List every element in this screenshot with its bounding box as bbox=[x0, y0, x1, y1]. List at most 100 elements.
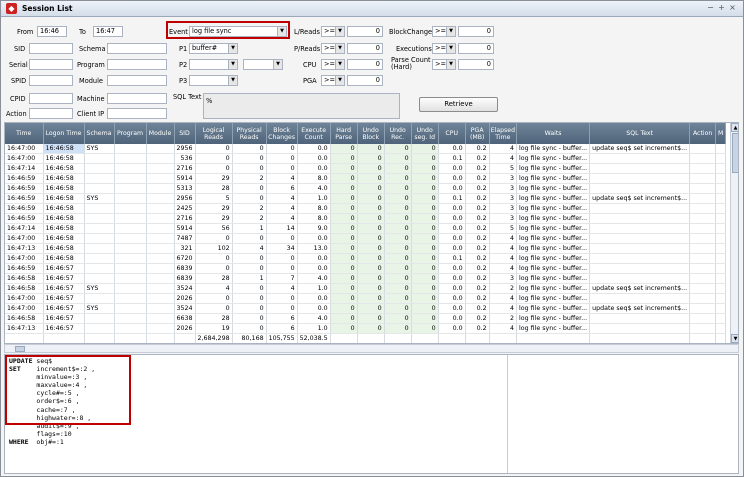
scroll-down-icon[interactable]: ▼ bbox=[731, 334, 738, 343]
column-header[interactable]: Elapsed Time bbox=[489, 123, 518, 144]
column-header[interactable]: Undo Rec. bbox=[384, 123, 412, 144]
to-time-input[interactable]: 16:47 bbox=[93, 26, 123, 37]
sql-keyword: WHERE bbox=[9, 437, 37, 446]
table-row[interactable]: 16:47:00 16:46:57 SYS 3524 0 0 0 0.0 0 0 0 0 0.0 0.2 4… bbox=[5, 303, 727, 315]
table-row[interactable]: 16:46:58 16:46:57 6839 28 1 7 4.0 0 0 0 0 0.0 0.2 3 lo… bbox=[5, 273, 727, 285]
scroll-up-icon[interactable]: ▲ bbox=[731, 123, 738, 132]
column-header[interactable]: Undo Block bbox=[357, 123, 385, 144]
column-header[interactable]: PGA (MB) bbox=[465, 123, 490, 144]
p2-op-select[interactable]: ▼ bbox=[243, 59, 283, 70]
minimize-button[interactable]: − bbox=[706, 3, 715, 12]
action-input[interactable] bbox=[29, 108, 73, 119]
column-header[interactable]: Schema bbox=[84, 123, 115, 144]
dropdown-arrow-icon[interactable]: ▼ bbox=[335, 44, 344, 53]
table-row[interactable]: 16:46:59 16:46:58 2425 29 2 4 8.0 0 0 0 0 0.0 0.2 3 lo… bbox=[5, 203, 727, 215]
table-row[interactable]: 16:46:59 16:46:58 SYS 2956 5 0 4 1.0 0 0 0 0 0.1 0.2 3… bbox=[5, 193, 727, 205]
column-header[interactable]: Hard Parse bbox=[330, 123, 358, 144]
column-header[interactable]: Execute Count bbox=[297, 123, 331, 144]
table-row[interactable]: 16:47:00 16:46:58 7487 0 0 0 0.0 0 0 0 0 0.0 0.2 4 log… bbox=[5, 233, 727, 245]
client-ip-input[interactable] bbox=[107, 108, 167, 119]
close-button[interactable]: × bbox=[728, 3, 737, 12]
table-row[interactable]: 16:46:59 16:46:58 5313 28 0 6 4.0 0 0 0 0 0.0 0.2 3 lo… bbox=[5, 183, 727, 195]
vertical-scrollbar[interactable]: ▲ ▼ bbox=[730, 123, 738, 343]
dropdown-arrow-icon[interactable]: ▼ bbox=[446, 27, 455, 36]
table-cell: 4.0 bbox=[297, 273, 331, 285]
column-header[interactable]: M bbox=[715, 123, 727, 144]
horizontal-scrollbar[interactable] bbox=[4, 344, 739, 353]
pane-divider[interactable] bbox=[507, 355, 508, 473]
table-row[interactable]: 16:46:59 16:46:57 6839 0 0 0 0.0 0 0 0 0 0.0 0.2 4 log… bbox=[5, 263, 727, 275]
table-row[interactable]: 16:46:58 16:46:57 6638 28 0 6 4.0 0 0 0 0 0.0 0.2 2 lo… bbox=[5, 313, 727, 325]
pga-op-select[interactable]: >= ▼ bbox=[321, 75, 345, 86]
table-row[interactable]: 16:47:14 16:46:58 2716 0 0 0 0.0 0 0 0 0 0.0 0.2 5 log… bbox=[5, 163, 727, 175]
serial-input[interactable] bbox=[29, 59, 73, 70]
column-header[interactable]: Waits bbox=[516, 123, 591, 144]
module-input[interactable] bbox=[107, 75, 167, 86]
table-row[interactable]: 16:46:59 16:46:58 5914 29 2 4 8.0 0 0 0 0 0.0 0.2 3 lo… bbox=[5, 173, 727, 185]
from-time-input[interactable]: 16:46 bbox=[37, 26, 67, 37]
column-header[interactable]: Logon Time bbox=[43, 123, 85, 144]
table-row[interactable]: 16:47:00 16:46:57 2026 0 0 0 0.0 0 0 0 0 0.0 0.2 4 log… bbox=[5, 293, 727, 305]
parse-count-op-select[interactable]: >= ▼ bbox=[432, 59, 456, 70]
column-header[interactable]: Action bbox=[689, 123, 717, 144]
dropdown-arrow-icon[interactable]: ▼ bbox=[446, 44, 455, 53]
dropdown-arrow-icon[interactable]: ▼ bbox=[228, 60, 237, 69]
p2-select[interactable]: ▼ bbox=[189, 59, 238, 70]
table-row[interactable]: 16:47:00 16:46:58 SYS 2956 0 0 0 0.0 0 0 0 0 0.0 0.2 4… bbox=[5, 144, 727, 155]
table-cell bbox=[114, 153, 147, 165]
column-header[interactable]: Block Changes bbox=[266, 123, 298, 144]
table-row[interactable]: 16:47:00 16:46:58 6720 0 0 0 0.0 0 0 0 0 0.1 0.2 4 log… bbox=[5, 253, 727, 265]
sql-text-input[interactable]: % bbox=[203, 93, 400, 119]
spid-input[interactable] bbox=[29, 75, 73, 86]
table-row[interactable]: 16:47:13 16:46:57 2026 19 0 6 1.0 0 0 0 0 0.0 0.2 4 lo… bbox=[5, 323, 727, 335]
column-header[interactable]: Time bbox=[5, 123, 44, 144]
machine-input[interactable] bbox=[107, 93, 167, 104]
block-changes-op-select[interactable]: >= ▼ bbox=[432, 26, 456, 37]
dropdown-arrow-icon[interactable]: ▼ bbox=[335, 60, 344, 69]
schema-input[interactable] bbox=[107, 43, 167, 54]
p3-select[interactable]: ▼ bbox=[189, 75, 238, 86]
dropdown-arrow-icon[interactable]: ▼ bbox=[446, 60, 455, 69]
column-header[interactable]: Undo seg. Id bbox=[411, 123, 439, 144]
column-header[interactable]: Physical Reads bbox=[232, 123, 267, 144]
table-row[interactable]: 16:46:58 16:46:57 SYS 3524 4 0 4 1.0 0 0 0 0 0.0 0.2 2… bbox=[5, 283, 727, 295]
table-cell: 0 bbox=[357, 303, 385, 315]
scroll-thumb[interactable] bbox=[15, 346, 25, 352]
dropdown-arrow-icon[interactable]: ▼ bbox=[273, 60, 282, 69]
executions-op-select[interactable]: >= ▼ bbox=[432, 43, 456, 54]
table-row[interactable]: 16:47:00 16:46:58 536 0 0 0 0.0 0 0 0 0 0.1 0.2 4 log … bbox=[5, 153, 727, 165]
column-header[interactable]: Module bbox=[146, 123, 175, 144]
sid-input[interactable] bbox=[29, 43, 73, 54]
scroll-thumb[interactable] bbox=[732, 133, 738, 173]
maximize-button[interactable]: + bbox=[717, 3, 726, 12]
column-header[interactable]: SQL Text bbox=[589, 123, 691, 144]
table-cell bbox=[689, 153, 717, 165]
column-header[interactable]: Program bbox=[114, 123, 147, 144]
retrieve-button[interactable]: Retrieve bbox=[419, 97, 498, 112]
column-header[interactable]: SID bbox=[174, 123, 196, 144]
p1-select[interactable]: buffer# ▼ bbox=[189, 43, 238, 54]
table-row[interactable]: 16:47:13 16:46:58 321 102 4 34 13.0 0 0 0 0 0.0 0.2 4… bbox=[5, 243, 727, 255]
dropdown-arrow-icon[interactable]: ▼ bbox=[335, 27, 344, 36]
executions-input[interactable]: 0 bbox=[458, 43, 494, 54]
dropdown-arrow-icon[interactable]: ▼ bbox=[228, 76, 237, 85]
column-header[interactable]: Logical Reads bbox=[195, 123, 233, 144]
program-input[interactable] bbox=[107, 59, 167, 70]
block-changes-input[interactable]: 0 bbox=[458, 26, 494, 37]
parse-count-input[interactable]: 0 bbox=[458, 59, 494, 70]
cpu-input[interactable]: 0 bbox=[347, 59, 383, 70]
preads-input[interactable]: 0 bbox=[347, 43, 383, 54]
lreads-op-select[interactable]: >= ▼ bbox=[321, 26, 345, 37]
preads-op-select[interactable]: >= ▼ bbox=[321, 43, 345, 54]
dropdown-arrow-icon[interactable]: ▼ bbox=[228, 44, 237, 53]
table-row[interactable]: 16:47:14 16:46:58 5914 56 1 14 9.0 0 0 0 0 0.0 0.2 5 l… bbox=[5, 223, 727, 235]
dropdown-arrow-icon[interactable]: ▼ bbox=[335, 76, 344, 85]
sql-detail-pane: UPDATE seq$ SET increment$=:2 , minvalue=… bbox=[4, 354, 739, 474]
column-header[interactable]: CPU bbox=[438, 123, 466, 144]
lreads-input[interactable]: 0 bbox=[347, 26, 383, 37]
pga-input[interactable]: 0 bbox=[347, 75, 383, 86]
cpu-op-select[interactable]: >= ▼ bbox=[321, 59, 345, 70]
cpid-input[interactable] bbox=[29, 93, 73, 104]
table-cell: 0 bbox=[232, 144, 267, 155]
table-row[interactable]: 16:46:59 16:46:58 2716 29 2 4 8.0 0 0 0 0 0.0 0.2 3 lo… bbox=[5, 213, 727, 225]
